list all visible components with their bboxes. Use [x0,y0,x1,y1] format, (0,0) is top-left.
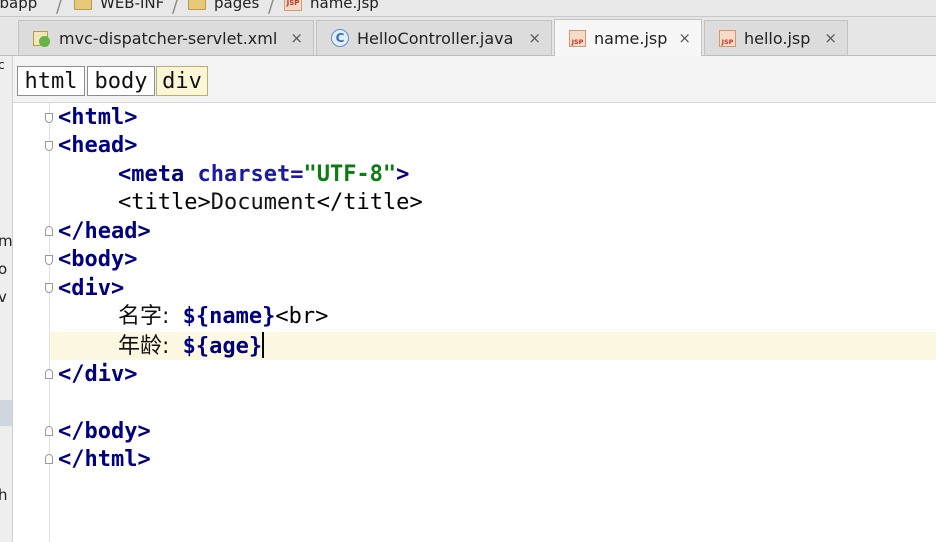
code-line: <title>Document</title> [118,190,423,215]
tag-name: html [71,105,125,130]
tag-path-html[interactable]: html [17,66,85,96]
breadcrumb-item-pages[interactable]: pages [188,0,259,14]
code-line: <meta charset="UTF-8"> [118,162,410,187]
tag-name: head [71,133,125,158]
attribute-value: "UTF-8" [303,162,397,187]
close-tab-icon[interactable]: × [824,29,837,47]
project-panel-fragment: h [0,486,8,504]
tag-path-div[interactable]: div [156,66,208,96]
code-line: </div> [58,362,138,387]
code-line: <body> [58,247,138,272]
code-line: <div> [58,276,125,301]
editor-gutter[interactable] [13,103,50,542]
title-text: Document [210,190,317,215]
tab-hellocontroller-java[interactable]: C HelloController.java × [316,20,552,55]
project-panel-edge[interactable]: c m o v h [0,56,13,542]
tab-mvc-dispatcher-servlet-xml[interactable]: mvc-dispatcher-servlet.xml × [18,20,314,55]
tab-label: HelloController.java [357,28,514,48]
tab-hello-jsp[interactable]: JSP hello.jsp × [704,20,848,55]
tag-name: body [71,247,125,272]
fold-marker-icon[interactable] [45,426,53,436]
breadcrumb-item-name-jsp[interactable]: JSP name.jsp [284,0,379,14]
folder-icon [74,0,92,10]
editor-tab-bar: mvc-dispatcher-servlet.xml × C HelloCont… [0,17,936,56]
breadcrumb-separator: / [56,0,63,17]
code-line: 名字: ${name}<br> [118,304,329,329]
folder-icon [188,0,206,10]
fold-marker-icon[interactable] [45,283,53,293]
java-class-icon: C [331,29,349,47]
fold-marker-icon[interactable] [45,226,53,236]
project-panel-fragment: o [0,260,7,278]
code-line: <head> [58,133,138,158]
fold-marker-icon[interactable] [45,113,53,123]
breadcrumb-label: WEB-INF [100,0,165,12]
tag-name: div [71,276,111,301]
tag-path-body[interactable]: body [87,66,155,96]
label-text: 名字: [118,304,170,329]
jsp-file-icon: JSP [284,0,302,11]
tab-label: hello.jsp [744,28,811,48]
code-line: </body> [58,419,151,444]
close-tab-icon[interactable]: × [290,29,303,47]
tab-name-jsp[interactable]: JSP name.jsp × [554,19,702,56]
project-panel-fragment: v [0,288,7,306]
breadcrumb-label: webapp [0,0,38,12]
el-expression: ${name} [182,304,276,329]
breadcrumb-item-webapp[interactable]: webapp [0,0,37,14]
code-line: </html> [58,447,151,472]
tag-name: head [84,219,138,244]
tag-name: html [84,447,138,472]
project-panel-fragment: c [0,58,5,72]
jsp-file-icon: JSP [719,29,736,47]
breadcrumb-label: pages [214,0,260,12]
project-panel-fragment: m [0,232,12,250]
project-panel-selection [0,400,12,426]
fold-marker-icon[interactable] [45,141,53,151]
close-tab-icon[interactable]: × [678,29,691,47]
breadcrumb-separator: / [268,0,275,17]
tag-name: div [84,362,125,387]
tag-name: br [288,304,316,329]
code-line: <html> [58,105,138,130]
breadcrumb-separator: / [172,0,179,17]
code-line: </head> [58,219,151,244]
tag-name: title [131,190,198,215]
tag-name: title [343,190,410,215]
tab-label: mvc-dispatcher-servlet.xml [59,28,278,48]
tab-label: name.jsp [594,28,668,48]
file-breadcrumb: webapp / WEB-INF / pages / JSP name.jsp [0,0,936,17]
close-tab-icon[interactable]: × [528,29,541,47]
tag-path-bar: html body div [13,56,936,103]
tag-name: body [84,419,138,444]
fold-marker-icon[interactable] [45,369,53,379]
breadcrumb-item-web-inf[interactable]: WEB-INF [74,0,164,14]
tag-name: meta [131,162,185,187]
jsp-file-icon: JSP [569,29,586,47]
xml-spring-icon [33,30,51,47]
fold-marker-icon[interactable] [45,454,53,464]
current-line-highlight [50,332,936,360]
fold-marker-icon[interactable] [45,255,53,265]
breadcrumb-label: name.jsp [310,0,379,12]
attribute-name: charset [197,162,291,187]
